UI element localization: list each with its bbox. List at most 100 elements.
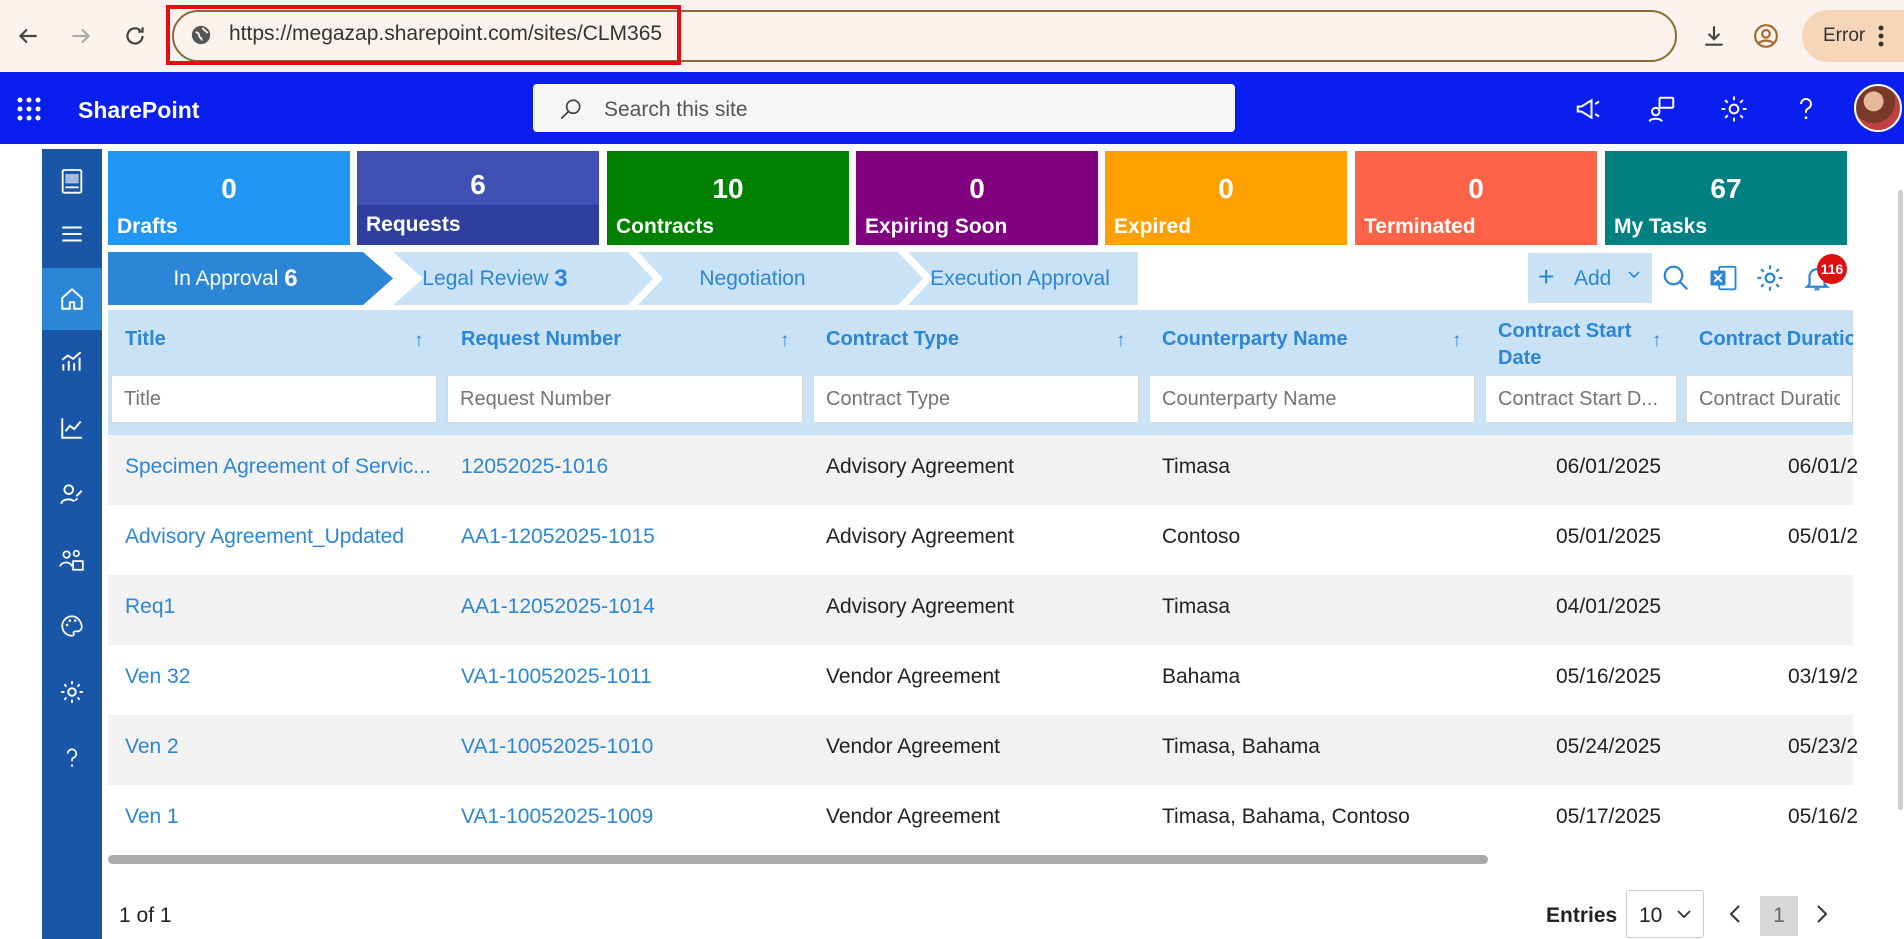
tile-count: 6 [470,169,486,200]
browser-menu-icon[interactable] [1877,24,1885,53]
filter-duration-input[interactable] [1686,375,1853,423]
tile-my-tasks[interactable]: 67 My Tasks [1605,151,1847,245]
url-highlight-box [166,5,681,65]
add-label: Add [1574,267,1612,290]
chevron-down-icon [1626,265,1642,290]
stage-label: In Approval [173,266,279,290]
row-title-link[interactable]: Advisory Agreement_Updated [125,525,404,549]
reports-icon[interactable] [42,342,102,382]
menu-icon[interactable] [42,214,102,254]
rail-settings-icon[interactable] [42,672,102,712]
announcement-icon[interactable] [1574,94,1604,129]
column-header-contract-start-date[interactable]: Contract Start Date [1498,318,1648,372]
column-header-contract-type[interactable]: Contract Type [826,328,959,351]
tile-drafts[interactable]: 0 Drafts [108,151,350,245]
table-row[interactable]: Req1 AA1-12052025-1014 Advisory Agreemen… [108,575,1853,645]
rail-help-icon[interactable] [42,738,102,778]
stage-in-approval[interactable]: In Approval 6 [108,252,363,305]
column-header-contract-duration[interactable]: Contract Duration [1699,328,1853,351]
feedback-icon[interactable] [1647,94,1677,129]
user-manage-icon[interactable] [42,474,102,514]
page-number-button[interactable]: 1 [1760,896,1798,936]
row-duration: 05/01/2 [1788,525,1859,548]
table-row[interactable]: Ven 2 VA1-10052025-1010 Vendor Agreement… [108,715,1858,785]
add-button[interactable]: + Add [1528,253,1652,303]
tile-label: My Tasks [1614,215,1707,238]
app-launcher-icon[interactable] [16,96,42,127]
plus-icon: + [1538,261,1555,292]
theme-palette-icon[interactable] [42,606,102,646]
column-header-counterparty-name[interactable]: Counterparty Name [1162,328,1348,351]
row-title-link[interactable]: Ven 32 [125,665,190,689]
user-avatar[interactable] [1854,84,1902,132]
row-request-number-link[interactable]: VA1-10052025-1010 [461,735,653,759]
prev-page-icon[interactable] [1725,902,1747,931]
row-request-number-link[interactable]: 12052025-1016 [461,455,608,479]
back-icon[interactable] [10,18,46,54]
notification-badge: 116 [1817,254,1847,284]
row-request-number-link[interactable]: VA1-10052025-1011 [461,665,652,689]
row-request-number-link[interactable]: VA1-10052025-1009 [461,805,653,829]
row-counterparty: Timasa [1162,455,1231,478]
analytics-icon[interactable] [42,408,102,448]
row-contract-type: Vendor Agreement [826,665,1000,688]
filter-counterparty-input[interactable] [1149,375,1475,423]
row-counterparty: Timasa, Bahama [1162,735,1320,758]
table-settings-icon[interactable] [1752,260,1788,296]
page-info: 1 of 1 [119,904,172,927]
row-title-link[interactable]: Specimen Agreement of Servic... [125,455,431,479]
sort-arrow-icon[interactable]: ↑ [1116,330,1126,352]
settings-icon[interactable] [1719,94,1749,129]
sort-arrow-icon[interactable]: ↑ [414,330,424,352]
tile-expired[interactable]: 0 Expired [1105,151,1347,245]
tile-expiring-soon[interactable]: 0 Expiring Soon [856,151,1098,245]
sharepoint-title[interactable]: SharePoint [78,97,199,124]
forward-icon[interactable] [63,18,99,54]
row-contract-type: Advisory Agreement [826,455,1014,478]
home-icon[interactable] [42,279,102,319]
table-row[interactable]: Ven 1 VA1-10052025-1009 Vendor Agreement… [108,785,1858,855]
profile-icon[interactable] [1748,18,1784,54]
tile-label: Terminated [1364,215,1476,238]
filter-title-input[interactable] [111,375,437,423]
stage-execution-approval[interactable]: Execution Approval [905,252,1135,305]
row-request-number-link[interactable]: AA1-12052025-1014 [461,595,655,619]
filter-contract-type-input[interactable] [813,375,1139,423]
vertical-scrollbar[interactable] [1898,190,1903,810]
stage-legal-review[interactable]: Legal Review 3 [380,252,610,305]
sort-arrow-icon[interactable]: ↑ [1652,330,1662,352]
column-header-title[interactable]: Title [125,328,166,351]
row-request-number-link[interactable]: AA1-12052025-1015 [461,525,655,549]
table-row[interactable]: Specimen Agreement of Servic... 12052025… [108,435,1858,505]
tile-contracts[interactable]: 10 Contracts [607,151,849,245]
team-icon[interactable] [42,540,102,580]
tile-count: 10 [712,173,744,204]
row-title-link[interactable]: Req1 [125,595,175,619]
sort-arrow-icon[interactable]: ↑ [1452,330,1462,352]
row-title-link[interactable]: Ven 1 [125,805,179,829]
filter-request-number-input[interactable] [447,375,803,423]
help-icon[interactable] [1791,94,1821,129]
column-header-request-number[interactable]: Request Number [461,328,621,351]
next-page-icon[interactable] [1810,902,1832,931]
sort-arrow-icon[interactable]: ↑ [780,330,790,352]
stage-negotiation[interactable]: Negotiation [640,252,865,305]
search-icon [558,97,584,128]
table-search-icon[interactable] [1658,260,1694,296]
filter-start-date-input[interactable] [1485,375,1677,423]
row-duration: 06/01/2 [1788,455,1859,478]
tile-terminated[interactable]: 0 Terminated [1355,151,1597,245]
excel-export-icon[interactable] [1705,260,1741,296]
clm-logo-icon[interactable] [42,162,102,202]
row-title-link[interactable]: Ven 2 [125,735,179,759]
reload-icon[interactable] [117,18,153,54]
row-duration: 05/23/2 [1788,735,1859,758]
horizontal-scrollbar[interactable] [108,855,1488,864]
stage-label: Execution Approval [930,266,1110,290]
tile-count: 0 [221,173,237,204]
entries-select[interactable]: 10 [1626,890,1704,938]
table-row[interactable]: Ven 32 VA1-10052025-1011 Vendor Agreemen… [108,645,1858,715]
table-row[interactable]: Advisory Agreement_Updated AA1-12052025-… [108,505,1858,575]
tile-requests[interactable]: 6 Requests [357,151,599,245]
download-icon[interactable] [1696,18,1732,54]
